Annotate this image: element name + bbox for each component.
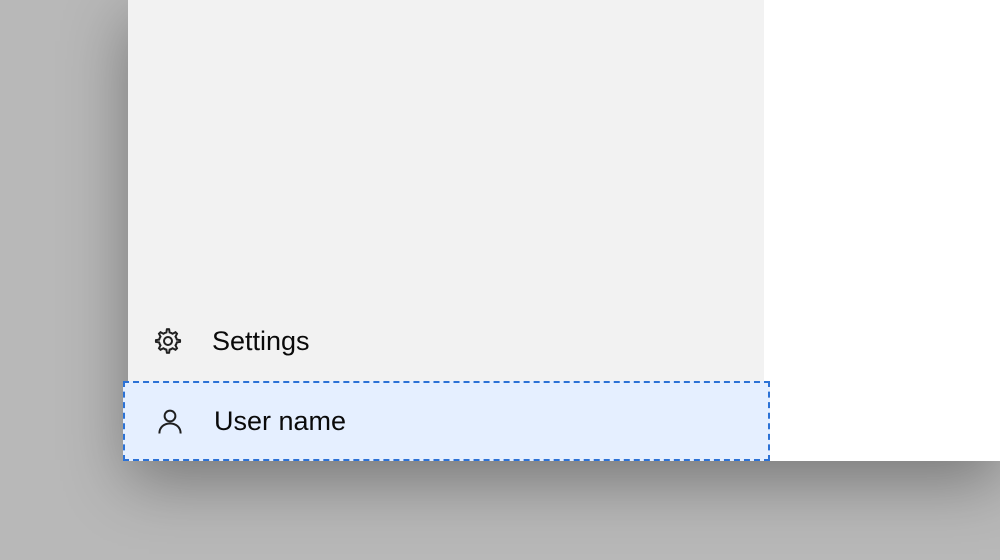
settings-label: Settings — [212, 326, 310, 357]
window: Settings User name — [128, 0, 1000, 461]
menu-list: Settings User name — [128, 301, 764, 461]
gear-icon — [150, 323, 186, 359]
user-menu-item[interactable]: User name — [123, 381, 770, 461]
settings-menu-item[interactable]: Settings — [128, 301, 764, 381]
user-label: User name — [214, 406, 346, 437]
navigation-panel: Settings User name — [128, 0, 764, 461]
person-icon — [152, 403, 188, 439]
